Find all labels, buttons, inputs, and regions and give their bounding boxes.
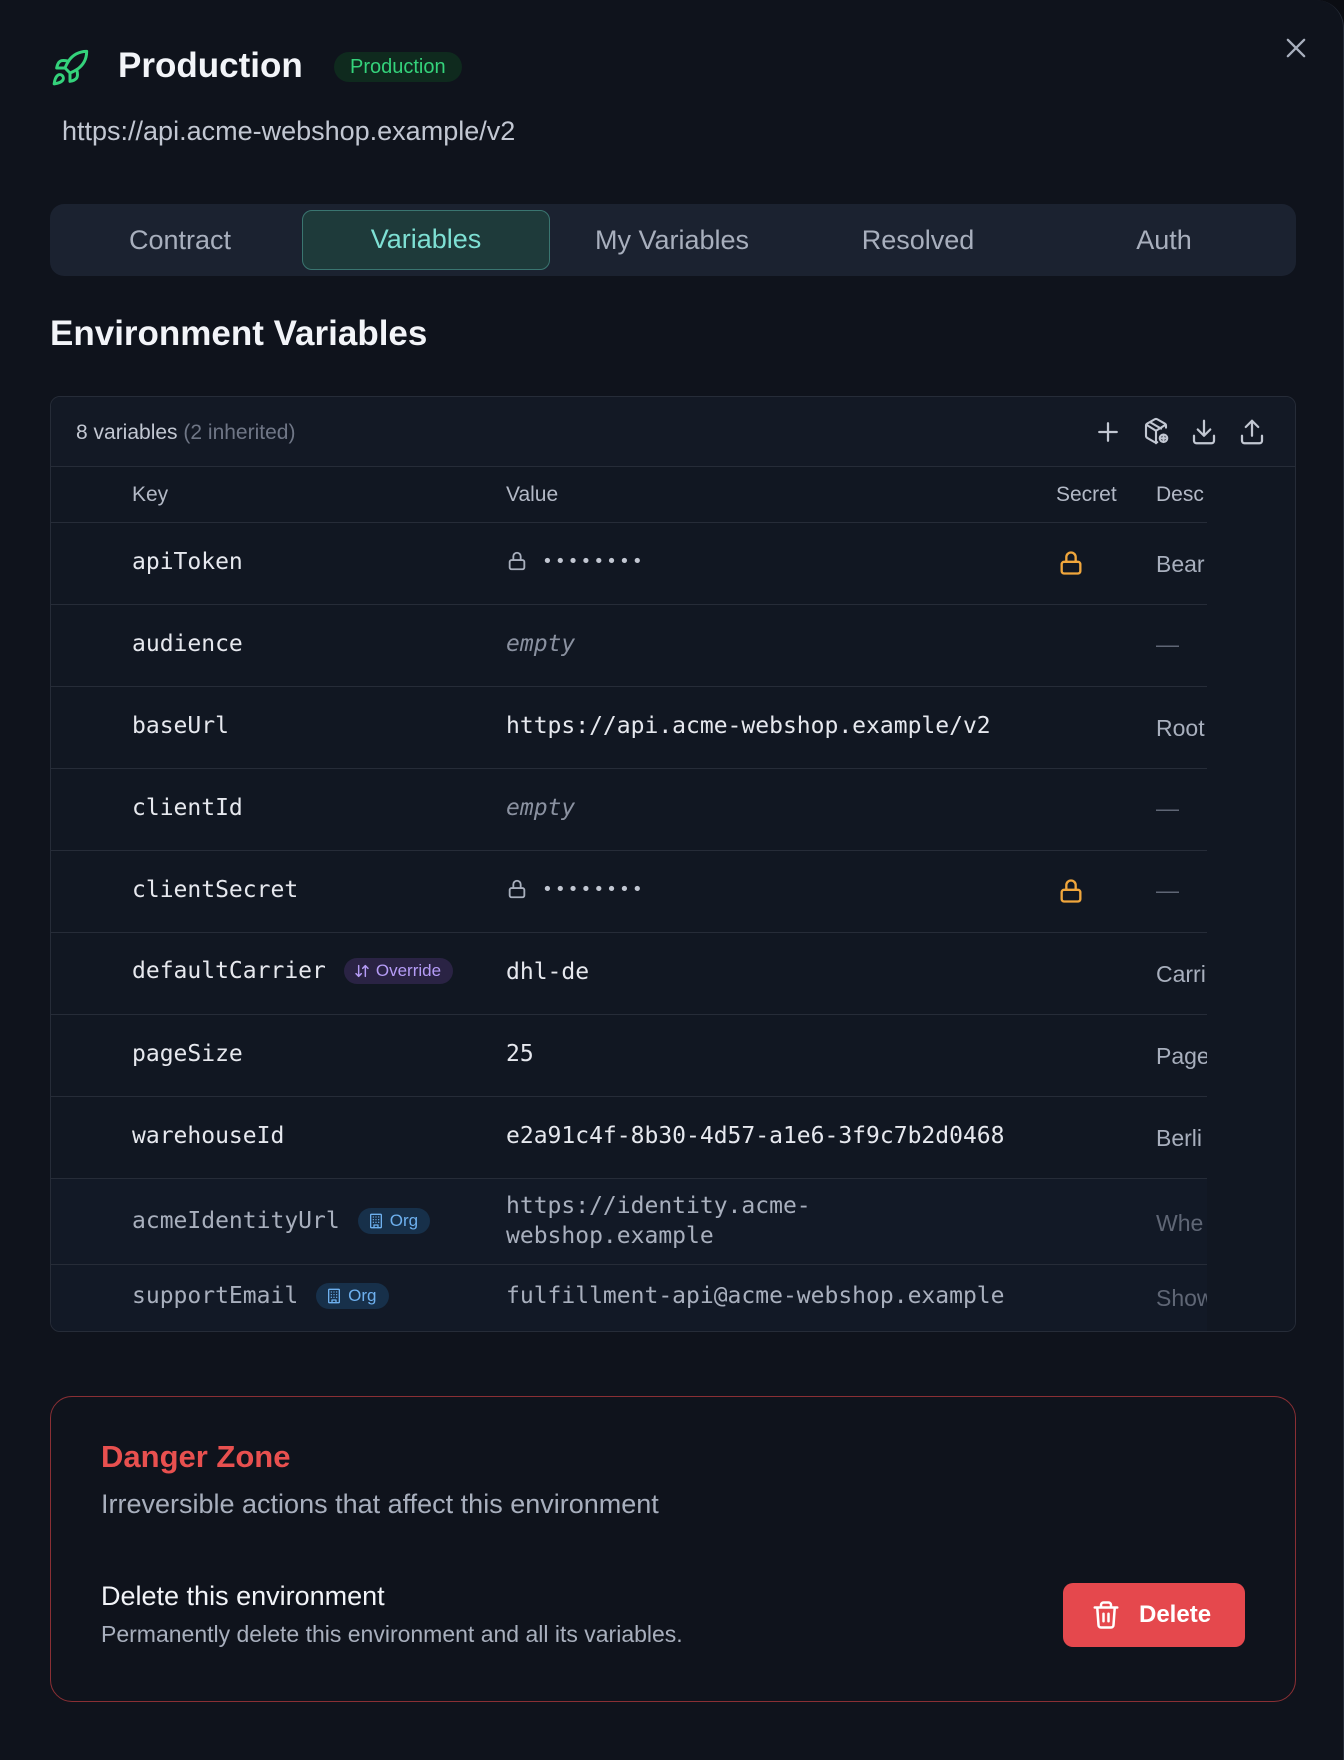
variable-value[interactable]: https://identity.acme-webshop.example (506, 1191, 836, 1251)
variable-description: Bear (1156, 551, 1205, 577)
variable-description: Page (1156, 1043, 1207, 1069)
variable-value[interactable]: https://api.acme-webshop.example/v2 (506, 713, 991, 739)
org-badge-label: Org (348, 1286, 377, 1305)
building-icon (369, 1213, 382, 1229)
delete-environment-description: Permanently delete this environment and … (101, 1621, 683, 1647)
masked-value: •••••••• (542, 550, 645, 572)
table-row[interactable]: clientId empty — (51, 769, 1207, 851)
override-badge-label: Override (375, 961, 442, 980)
variable-key: clientId (132, 795, 243, 821)
org-badge-label: Org (389, 1211, 419, 1230)
table-header: Key Value Secret Desc (51, 467, 1207, 523)
variable-key: defaultCarrier (132, 958, 326, 984)
variable-value[interactable]: fulfillment-api@acme-webshop.example (506, 1283, 1005, 1309)
variables-table: Key Value Secret Desc apiToken •••••••• … (51, 467, 1207, 1331)
variable-value[interactable]: empty (506, 631, 575, 657)
table-overflow-area (1207, 467, 1295, 1331)
secret-lock-icon[interactable] (1057, 549, 1085, 577)
environment-badge: Production (334, 52, 462, 82)
table-row[interactable]: pageSize 25 Page (51, 1015, 1207, 1097)
variable-value[interactable]: e2a91c4f-8b30-4d57-a1e6-3f9c7b2d0468 (506, 1123, 1005, 1149)
tab-resolved[interactable]: Resolved (794, 210, 1042, 270)
variable-key: baseUrl (132, 713, 229, 739)
trash-icon (1093, 1601, 1119, 1629)
variable-key-cell: acmeIdentityUrl Org (132, 1208, 431, 1234)
variable-key: audience (132, 631, 243, 657)
table-row[interactable]: apiToken •••••••• Bear (51, 523, 1207, 605)
rocket-icon (50, 48, 90, 88)
table-row[interactable]: audience empty — (51, 605, 1207, 687)
table-row[interactable]: defaultCarrier Override dhl-de Carri (51, 933, 1207, 1015)
variable-value[interactable]: dhl-de (506, 959, 589, 985)
delete-button[interactable]: Delete (1063, 1583, 1245, 1647)
section-title: Environment Variables (50, 314, 428, 353)
variable-description: — (1156, 877, 1179, 903)
variable-key: warehouseId (132, 1123, 285, 1149)
variable-description: Root (1156, 715, 1205, 741)
secret-lock-icon[interactable] (1057, 877, 1085, 905)
danger-zone-subtitle: Irreversible actions that affect this en… (101, 1489, 659, 1519)
variable-value[interactable]: 25 (506, 1041, 534, 1067)
close-icon[interactable] (1282, 34, 1310, 62)
variable-key: apiToken (132, 549, 243, 575)
variable-value[interactable]: •••••••• (506, 549, 645, 573)
variable-key: pageSize (132, 1041, 243, 1067)
table-row[interactable]: warehouseId e2a91c4f-8b30-4d57-a1e6-3f9c… (51, 1097, 1207, 1179)
variable-count: 8 variables (2 inherited) (76, 421, 295, 445)
download-icon[interactable] (1189, 417, 1219, 447)
environment-panel: Production Production https://api.acme-w… (0, 0, 1344, 1760)
variable-key-cell: defaultCarrier Override (132, 958, 454, 984)
upload-icon[interactable] (1237, 417, 1267, 447)
lock-icon (508, 551, 526, 571)
table-row[interactable]: supportEmail Org fulfillment-api@acme-we… (51, 1265, 1207, 1331)
variable-value[interactable]: empty (506, 795, 575, 821)
add-variable-icon[interactable] (1093, 417, 1123, 447)
tab-contract[interactable]: Contract (56, 210, 304, 270)
variable-description: Whe (1156, 1210, 1204, 1236)
column-value[interactable]: Value (506, 483, 558, 507)
inherited-count-label: (2 inherited) (183, 421, 296, 444)
building-icon (328, 1288, 341, 1304)
masked-value: •••••••• (542, 878, 645, 900)
tab-my-variables[interactable]: My Variables (548, 210, 796, 270)
danger-zone: Danger Zone Irreversible actions that af… (50, 1396, 1296, 1702)
variables-card: 8 variables (2 inherited) Key Value Secr… (50, 396, 1296, 1332)
tab-bar: Contract Variables My Variables Resolved… (50, 204, 1296, 276)
variable-key-cell: supportEmail Org (132, 1283, 389, 1309)
override-badge: Override (343, 958, 454, 984)
variable-description: Carri (1156, 961, 1206, 987)
package-icon[interactable] (1141, 417, 1171, 447)
environment-base-url: https://api.acme-webshop.example/v2 (62, 116, 516, 146)
table-row[interactable]: acmeIdentityUrl Org https://identity.acm… (51, 1179, 1207, 1265)
lock-icon (508, 879, 526, 899)
variable-key: acmeIdentityUrl (132, 1208, 340, 1234)
variable-key: supportEmail (132, 1283, 299, 1309)
swap-icon (355, 964, 369, 978)
variable-description: Show (1156, 1285, 1207, 1311)
variable-description: — (1156, 795, 1179, 821)
column-key[interactable]: Key (132, 483, 168, 507)
delete-button-label: Delete (1139, 1601, 1212, 1628)
tab-variables[interactable]: Variables (302, 210, 550, 270)
table-row[interactable]: clientSecret •••••••• — (51, 851, 1207, 933)
variables-toolbar: 8 variables (2 inherited) (51, 397, 1295, 467)
variable-value[interactable]: •••••••• (506, 877, 645, 901)
table-row[interactable]: baseUrl https://api.acme-webshop.example… (51, 687, 1207, 769)
variable-count-label: 8 variables (76, 421, 178, 444)
tab-auth[interactable]: Auth (1040, 210, 1288, 270)
org-badge: Org (316, 1283, 389, 1309)
variable-key: clientSecret (132, 877, 299, 903)
delete-environment-title: Delete this environment (101, 1581, 385, 1611)
column-secret[interactable]: Secret (1056, 483, 1117, 507)
variable-description: — (1156, 631, 1179, 657)
environment-title: Production (118, 46, 303, 85)
danger-zone-title: Danger Zone (101, 1439, 291, 1474)
column-description[interactable]: Desc (1156, 483, 1204, 507)
org-badge: Org (357, 1208, 431, 1234)
variable-description: Berli (1156, 1125, 1203, 1151)
